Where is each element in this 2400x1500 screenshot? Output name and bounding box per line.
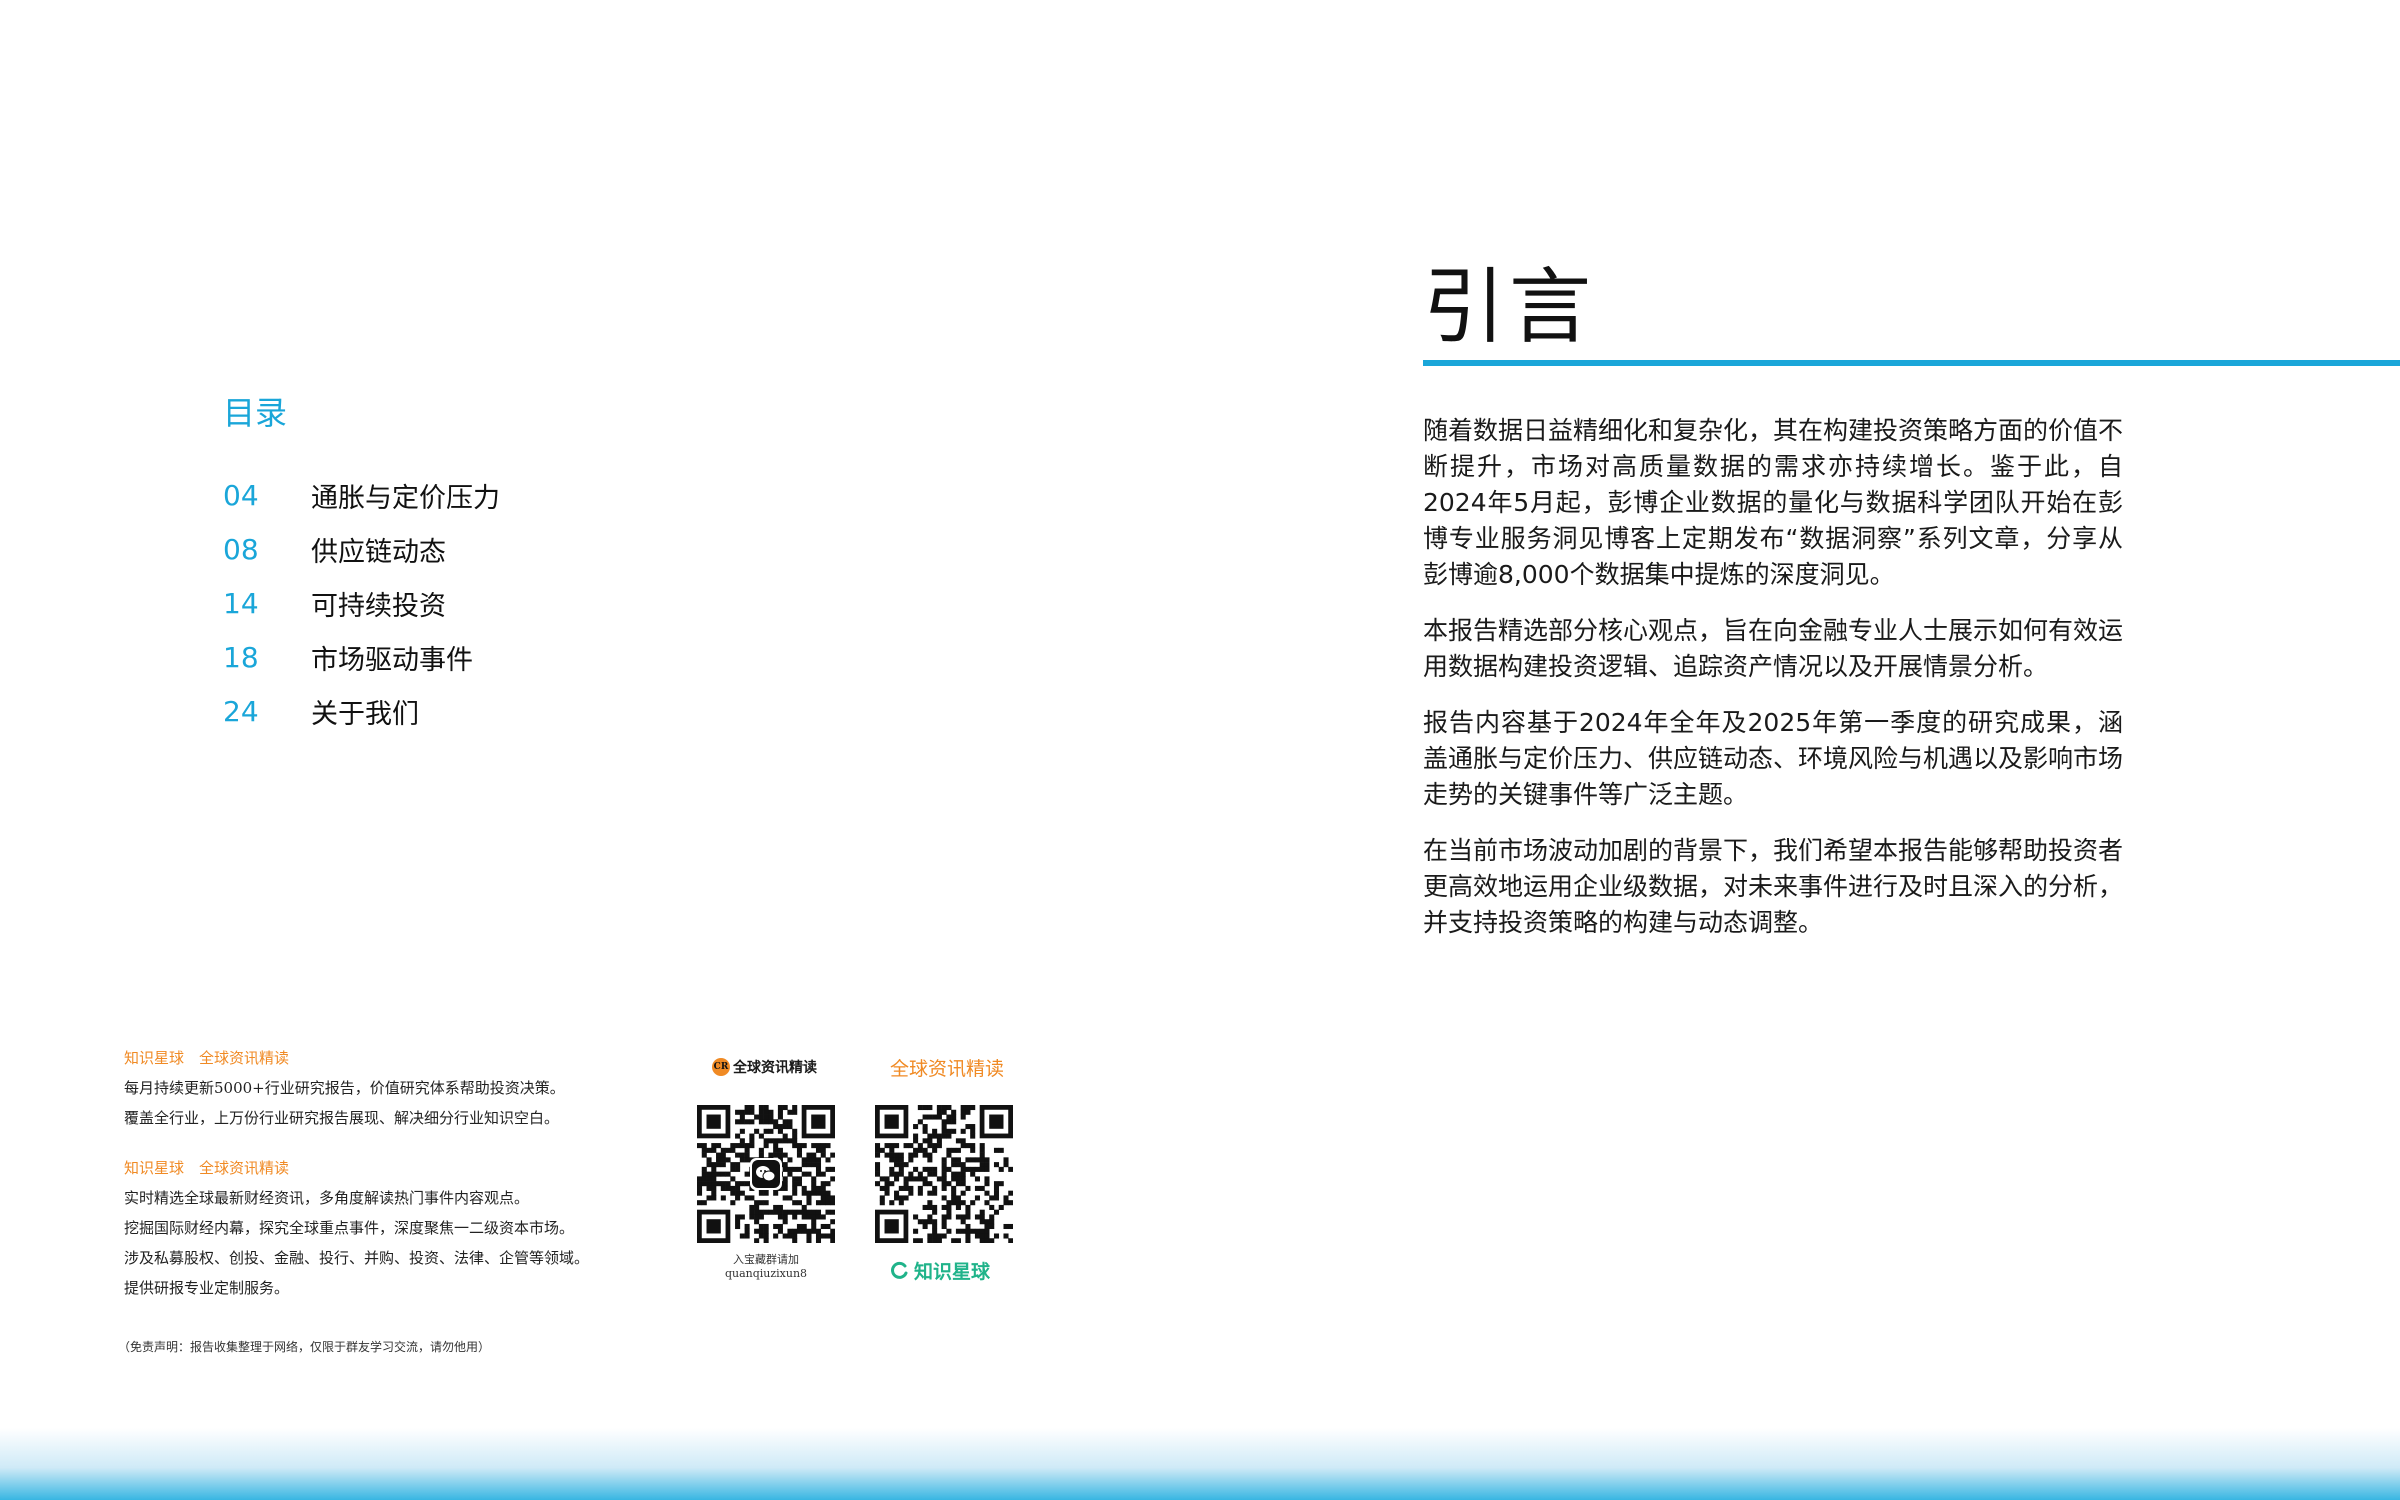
toc-item[interactable]: 18 市场驱动事件	[223, 630, 823, 684]
promo-heading: 知识星球 全球资讯精读	[124, 1049, 290, 1067]
toc-item[interactable]: 24 关于我们	[223, 684, 823, 738]
toc-page-number: 08	[223, 532, 259, 566]
promo-line: 涉及私募股权、创投、金融、投行、并购、投资、法律、企管等领域。	[124, 1249, 590, 1267]
promo-heading: 知识星球 全球资讯精读	[124, 1159, 290, 1177]
promo-line: 覆盖全行业，上万份行业研究报告展现、解决细分行业知识空白。	[124, 1109, 560, 1127]
toc-page-number: 24	[223, 694, 259, 728]
toc-item-label: 关于我们	[311, 698, 419, 730]
disclaimer: （免责声明：报告收集整理于网络，仅限于群友学习交流，请勿他用）	[118, 1340, 491, 1354]
promo-line: 挖掘国际财经内幕，探究全球重点事件，深度聚焦一二级资本市场。	[124, 1219, 575, 1237]
intro-body: 随着数据日益精细化和复杂化，其在构建投资策略方面的价值不断提升，市场对高质量数据…	[1423, 413, 2123, 961]
qr-caption-line: 入宝藏群请加	[733, 1253, 799, 1266]
qr-code-icon	[875, 1105, 1014, 1244]
wechat-icon	[750, 1158, 782, 1190]
zsxq-qr-code[interactable]	[875, 1105, 1014, 1244]
brand-name: 知识星球	[914, 1261, 991, 1283]
intro-title: 引言	[1423, 260, 1596, 355]
qr-left-caption: 入宝藏群请加 quanqiuzixun8	[697, 1253, 835, 1281]
toc-page-number: 04	[223, 478, 259, 512]
bottom-gradient-band	[0, 1428, 2400, 1500]
toc-item-label: 可持续投资	[311, 590, 446, 622]
intro-paragraph: 在当前市场波动加剧的背景下，我们希望本报告能够帮助投资者更高效地运用企业级数据，…	[1423, 836, 2124, 937]
toc-item[interactable]: 04 通胀与定价压力	[223, 468, 823, 522]
qr-caption-line: quanqiuzixun8	[724, 1267, 808, 1280]
intro-paragraph: 报告内容基于2024年全年及2025年第一季度的研究成果，涵盖通胀与定价压力、供…	[1423, 708, 2124, 809]
toc-item[interactable]: 14 可持续投资	[223, 576, 823, 630]
toc-page-number: 18	[223, 640, 259, 674]
toc-item-label: 供应链动态	[311, 536, 446, 568]
promo-line: 提供研报专业定制服务。	[124, 1279, 290, 1297]
toc-list: 04 通胀与定价压力 08 供应链动态 14 可持续投资 18 市场驱动事件 2…	[223, 468, 823, 738]
qr-right-title: 全球资讯精读	[890, 1058, 1005, 1080]
intro-paragraph: 随着数据日益精细化和复杂化，其在构建投资策略方面的价值不断提升，市场对高质量数据…	[1423, 416, 2124, 589]
toc-item-label: 市场驱动事件	[311, 644, 473, 676]
promo-line: 每月持续更新5000+行业研究报告，价值研究体系帮助投资决策。	[124, 1079, 565, 1097]
cr-logo-icon: CR	[712, 1058, 730, 1076]
promo-block: 知识星球 全球资讯精读 每月持续更新5000+行业研究报告，价值研究体系帮助投资…	[124, 1043, 684, 1303]
promo-line: 实时精选全球最新财经资讯，多角度解读热门事件内容观点。	[124, 1189, 530, 1207]
toc-title: 目录	[223, 394, 288, 432]
zsxq-brand: 知识星球	[889, 1257, 990, 1284]
toc-item-label: 通胀与定价压力	[311, 482, 500, 514]
qr-left-title: CR 全球资讯精读	[712, 1057, 817, 1077]
toc-item[interactable]: 08 供应链动态	[223, 522, 823, 576]
toc-page-number: 14	[223, 586, 259, 620]
qr-left-title-text: 全球资讯精读	[733, 1060, 817, 1076]
title-divider	[1423, 360, 2400, 366]
zsxq-logo-icon	[891, 1261, 908, 1279]
wechat-qr-code[interactable]	[697, 1105, 836, 1244]
intro-paragraph: 本报告精选部分核心观点，旨在向金融专业人士展示如何有效运用数据构建投资逻辑、追踪…	[1423, 616, 2124, 681]
